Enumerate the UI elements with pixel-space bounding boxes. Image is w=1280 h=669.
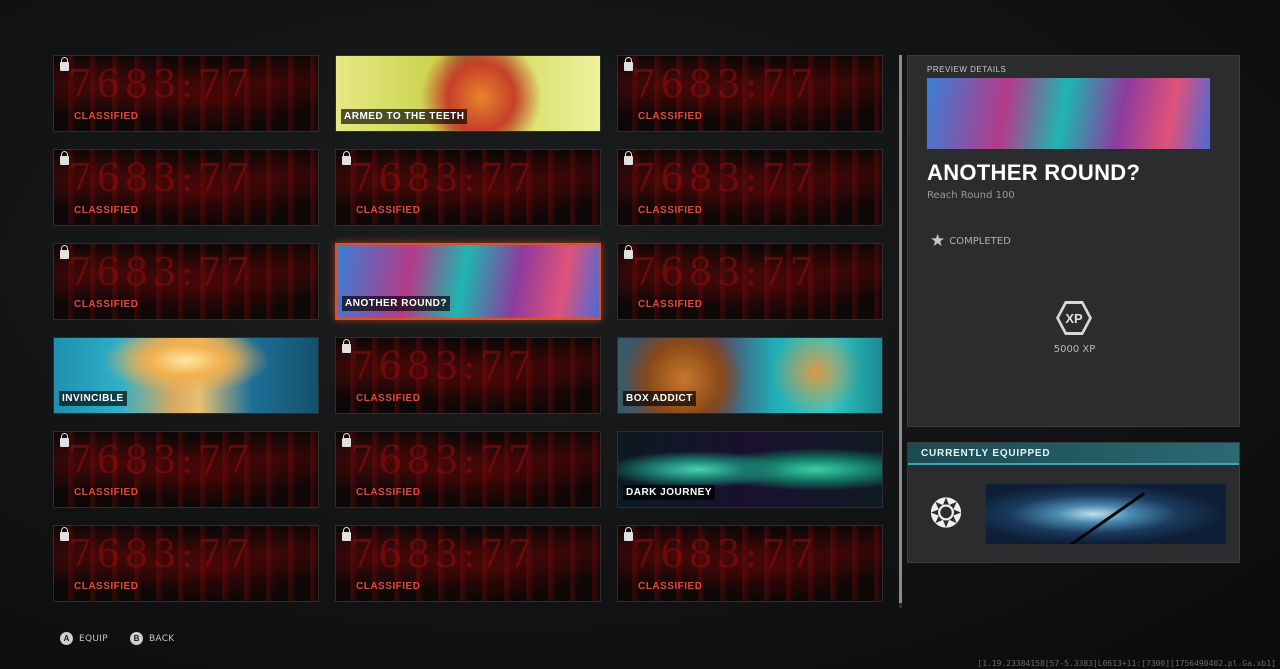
xp-reward: 5000 XP: [1053, 344, 1096, 355]
xp-badge-label: XP: [1059, 304, 1089, 332]
back-prompt[interactable]: B BACK: [129, 632, 175, 645]
classified-pattern: 7683:77: [632, 62, 818, 106]
classified-pattern: 7683:77: [68, 250, 254, 294]
lock-icon: [624, 527, 633, 541]
preview-card-image: [927, 78, 1210, 149]
calling-card[interactable]: 7683:77 CLASSIFIED: [617, 149, 883, 226]
lock-icon: [624, 151, 633, 165]
calling-card-label: CLASSIFIED: [74, 205, 139, 216]
calling-card[interactable]: 7683:77 CLASSIFIED: [617, 243, 883, 320]
calling-card[interactable]: 7683:77 CLASSIFIED: [617, 525, 883, 602]
button-prompts: A EQUIP B BACK: [60, 632, 175, 645]
lock-icon: [60, 433, 69, 447]
calling-card[interactable]: ARMED TO THE TEETH: [335, 55, 601, 132]
currently-equipped-panel: CURRENTLY EQUIPPED ❂: [907, 442, 1240, 563]
calling-card-label: CLASSIFIED: [638, 111, 703, 122]
lock-icon: [624, 245, 633, 259]
equipped-calling-card: [986, 484, 1226, 544]
calling-card[interactable]: 7683:77 CLASSIFIED: [335, 149, 601, 226]
build-string: [1.19.23384158[57-5.3383]L0613+11:[7300]…: [977, 659, 1276, 668]
calling-card-label: CLASSIFIED: [356, 581, 421, 592]
calling-card-label: INVINCIBLE: [59, 391, 127, 406]
preview-header: PREVIEW DETAILS: [927, 65, 1007, 74]
classified-pattern: 7683:77: [350, 344, 536, 388]
lock-icon: [60, 151, 69, 165]
scrollbar[interactable]: [899, 55, 902, 608]
equipped-header: CURRENTLY EQUIPPED: [908, 443, 1239, 465]
classified-pattern: 7683:77: [68, 532, 254, 576]
calling-card-label: ARMED TO THE TEETH: [341, 109, 468, 124]
lock-icon: [342, 339, 351, 353]
calling-card[interactable]: 7683:77 CLASSIFIED: [53, 431, 319, 508]
calling-card-label: CLASSIFIED: [356, 205, 421, 216]
calling-card-grid: 7683:77 CLASSIFIED ARMED TO THE TEETH 7683:…: [53, 55, 883, 603]
preview-title: ANOTHER ROUND?: [927, 160, 1141, 185]
lock-icon: [342, 151, 351, 165]
back-label: BACK: [148, 633, 175, 644]
classified-pattern: 7683:77: [68, 438, 254, 482]
calling-card-label: CLASSIFIED: [74, 487, 139, 498]
preview-subtitle: Reach Round 100: [927, 190, 1015, 201]
calling-card-label: CLASSIFIED: [638, 581, 703, 592]
classified-pattern: 7683:77: [68, 156, 254, 200]
lock-icon: [624, 57, 633, 71]
a-button-icon: A: [60, 632, 73, 645]
calling-card[interactable]: BOX ADDICT: [617, 337, 883, 414]
calling-card[interactable]: 7683:77 CLASSIFIED: [335, 431, 601, 508]
xp-icon: XP: [1056, 301, 1092, 335]
calling-card[interactable]: 7683:77 CLASSIFIED: [335, 337, 601, 414]
status-label: COMPLETED: [949, 236, 1011, 247]
classified-pattern: 7683:77: [68, 62, 254, 106]
classified-pattern: 7683:77: [350, 156, 536, 200]
classified-pattern: 7683:77: [350, 532, 536, 576]
calling-card[interactable]: 7683:77 CLASSIFIED: [53, 525, 319, 602]
calling-card[interactable]: INVINCIBLE: [53, 337, 319, 414]
calling-card-label: CLASSIFIED: [356, 393, 421, 404]
calling-card-label: CLASSIFIED: [638, 299, 703, 310]
lock-icon: [342, 433, 351, 447]
calling-card[interactable]: 7683:77 CLASSIFIED: [53, 55, 319, 132]
calling-card[interactable]: ANOTHER ROUND?: [335, 243, 601, 320]
classified-pattern: 7683:77: [632, 250, 818, 294]
completion-status: ★ COMPLETED: [930, 233, 1011, 250]
calling-card-label: CLASSIFIED: [638, 205, 703, 216]
calling-card-label: CLASSIFIED: [356, 487, 421, 498]
emblem-icon: ❂: [929, 491, 963, 537]
classified-pattern: 7683:77: [632, 532, 818, 576]
calling-card-label: CLASSIFIED: [74, 299, 139, 310]
lock-icon: [60, 245, 69, 259]
classified-pattern: 7683:77: [350, 438, 536, 482]
calling-card-label: BOX ADDICT: [623, 391, 696, 406]
calling-card[interactable]: DARK JOURNEY: [617, 431, 883, 508]
lock-icon: [60, 57, 69, 71]
calling-card[interactable]: 7683:77 CLASSIFIED: [335, 525, 601, 602]
calling-card-label: CLASSIFIED: [74, 581, 139, 592]
scrollbar-thumb[interactable]: [899, 55, 902, 603]
equip-prompt[interactable]: A EQUIP: [60, 632, 108, 645]
classified-pattern: 7683:77: [632, 156, 818, 200]
equip-label: EQUIP: [79, 633, 108, 644]
lock-icon: [342, 527, 351, 541]
calling-card-label: CLASSIFIED: [74, 111, 139, 122]
star-icon: ★: [930, 231, 946, 251]
calling-card-label: ANOTHER ROUND?: [342, 296, 450, 311]
calling-card[interactable]: 7683:77 CLASSIFIED: [53, 243, 319, 320]
lock-icon: [60, 527, 69, 541]
b-button-icon: B: [129, 632, 143, 645]
calling-card[interactable]: 7683:77 CLASSIFIED: [53, 149, 319, 226]
preview-details-panel: PREVIEW DETAILS ANOTHER ROUND? Reach Rou…: [907, 55, 1240, 427]
calling-card[interactable]: 7683:77 CLASSIFIED: [617, 55, 883, 132]
calling-card-label: DARK JOURNEY: [623, 485, 716, 500]
